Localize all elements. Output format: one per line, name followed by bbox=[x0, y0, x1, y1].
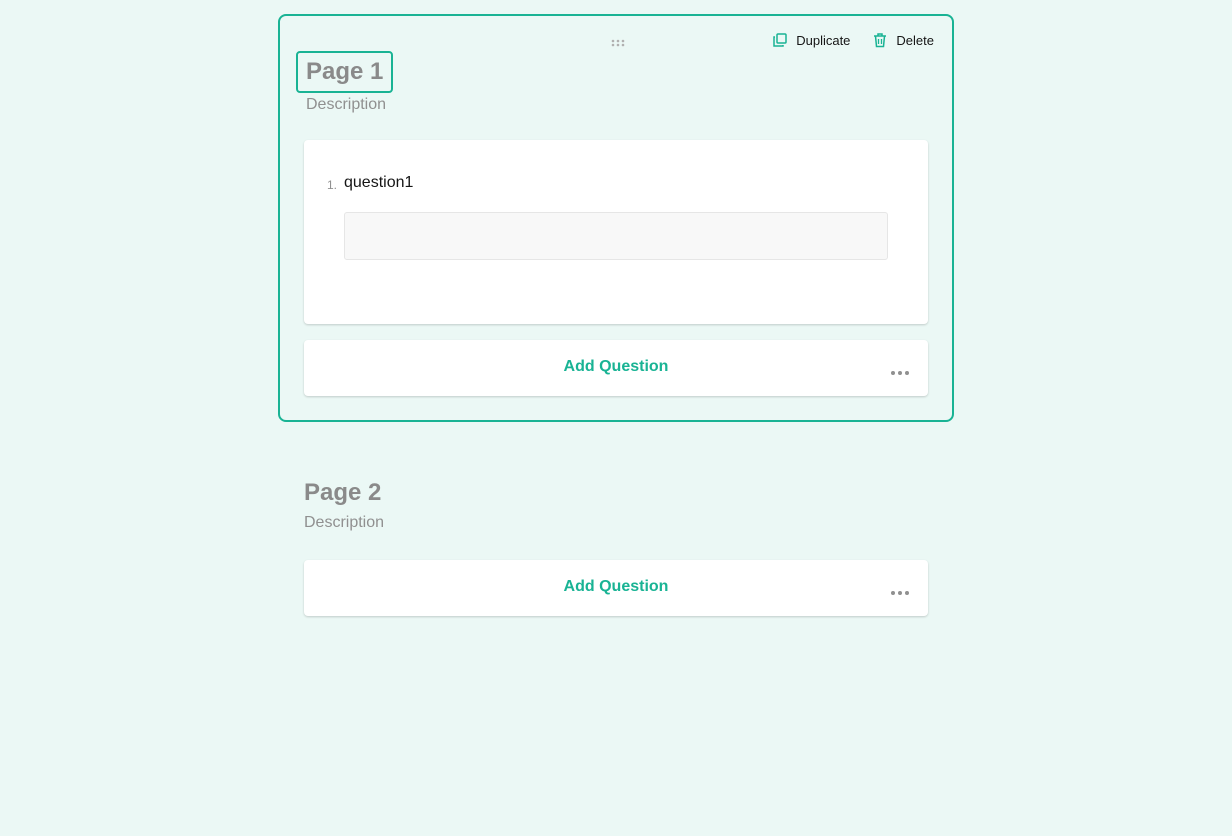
add-question-button-page-2[interactable]: Add Question bbox=[304, 578, 928, 596]
add-question-bar: Add Question bbox=[304, 340, 928, 396]
add-question-button[interactable]: Add Question bbox=[304, 358, 928, 376]
page-2-title[interactable]: Page 2 bbox=[304, 478, 381, 508]
page-actions: Duplicate Delete bbox=[772, 32, 934, 48]
duplicate-button[interactable]: Duplicate bbox=[772, 32, 850, 48]
add-question-bar-page-2: Add Question bbox=[304, 560, 928, 616]
duplicate-label: Duplicate bbox=[796, 32, 851, 48]
duplicate-icon bbox=[772, 32, 788, 48]
page-1-container[interactable]: Duplicate Delete Page 1 Description 1. q… bbox=[278, 14, 954, 422]
delete-label: Delete bbox=[896, 32, 934, 48]
more-horizontal-icon[interactable] bbox=[890, 584, 910, 595]
page-description[interactable]: Description bbox=[306, 96, 386, 114]
delete-button[interactable]: Delete bbox=[872, 32, 934, 48]
trash-icon bbox=[872, 32, 888, 48]
page-2-description[interactable]: Description bbox=[304, 514, 384, 532]
question-text-input[interactable] bbox=[344, 212, 888, 260]
drag-handle-icon[interactable] bbox=[610, 36, 626, 48]
page-title-input[interactable]: Page 1 bbox=[296, 51, 394, 93]
more-horizontal-icon[interactable] bbox=[890, 364, 910, 375]
question-card[interactable]: 1. question1 bbox=[304, 140, 928, 324]
question-title[interactable]: question1 bbox=[344, 174, 413, 192]
question-number: 1. bbox=[327, 178, 338, 192]
